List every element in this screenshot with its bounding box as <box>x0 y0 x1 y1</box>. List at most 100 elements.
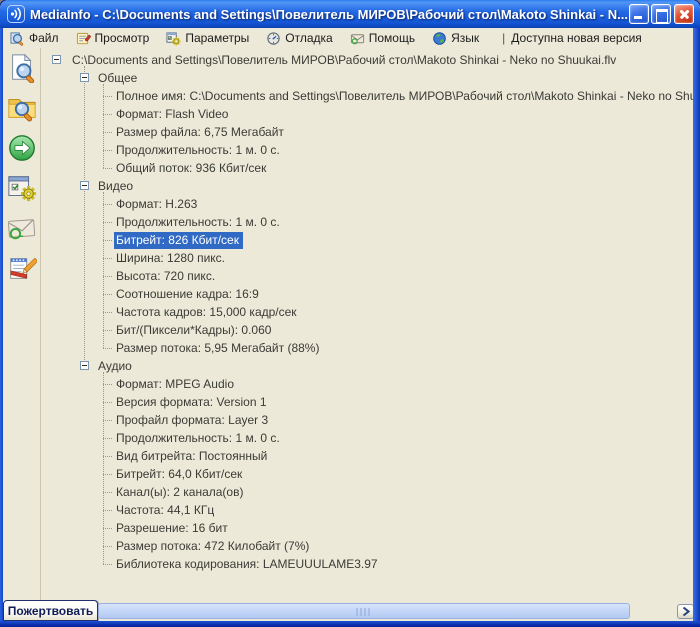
bottom-bar: Пожертвовать <box>3 600 694 621</box>
tree-row-label: Профайл формата: Layer 3 <box>116 413 269 427</box>
help-mail-icon <box>350 33 364 44</box>
notepad-pencil-icon <box>9 257 37 279</box>
notes-edit-button[interactable] <box>6 252 38 284</box>
tree-row[interactable]: Канал(ы): 2 канала(ов) <box>42 483 693 501</box>
tree-row[interactable]: Битрейт: 826 Кбит/сек <box>42 231 693 249</box>
tree-row[interactable]: Продолжительность: 1 м. 0 с. <box>42 141 693 159</box>
tree-row-label: Формат: H.263 <box>116 197 198 211</box>
tree-row-label: Размер потока: 472 Килобайт (7%) <box>116 539 310 553</box>
tree-row[interactable]: Размер потока: 5,95 Мегабайт (88%) <box>42 339 693 357</box>
tree-row[interactable]: Размер файла: 6,75 Мегабайт <box>42 123 693 141</box>
tree-view[interactable]: C:\Documents and Settings\Повелитель МИР… <box>42 48 693 600</box>
language-globe-icon <box>433 31 446 45</box>
menubar: Файл Просмотр Параметры Отладка Помощь Я… <box>3 28 693 48</box>
menu-language-label: Язык <box>451 31 480 45</box>
tree-row-label: Частота: 44,1 КГц <box>116 503 215 517</box>
menu-debug[interactable]: Отладка <box>264 30 338 47</box>
minimize-button[interactable] <box>629 4 649 24</box>
tree-row[interactable]: C:\Documents and Settings\Повелитель МИР… <box>42 51 693 69</box>
tree-row[interactable]: Полное имя: C:\Documents and Settings\По… <box>42 87 693 105</box>
debug-gauge-icon <box>267 31 280 45</box>
donate-button[interactable]: Пожертвовать <box>3 600 98 621</box>
menu-options[interactable]: Параметры <box>164 30 255 47</box>
tree-row[interactable]: Формат: Flash Video <box>42 105 693 123</box>
mediainfo-window: MediaInfo - C:\Documents and Settings\По… <box>0 0 700 627</box>
window-frame-bottom <box>0 621 700 627</box>
tree-row[interactable]: Соотношение кадра: 16:9 <box>42 285 693 303</box>
tree-row[interactable]: Битрейт: 64,0 Кбит/сек <box>42 465 693 483</box>
tree-row[interactable]: Частота кадров: 15,000 кадр/сек <box>42 303 693 321</box>
tree-row[interactable]: Видео <box>42 177 693 195</box>
tree-row-label: Размер потока: 5,95 Мегабайт (88%) <box>116 341 320 355</box>
update-notice-label[interactable]: Доступна новая версия <box>511 31 642 45</box>
menu-language[interactable]: Язык <box>430 30 485 47</box>
tree-row[interactable]: Общее <box>42 69 693 87</box>
tree-row[interactable]: Версия формата: Version 1 <box>42 393 693 411</box>
tree-row-label: Бит/(Пиксели*Кадры): 0.060 <box>116 323 272 337</box>
tree-row[interactable]: Бит/(Пиксели*Кадры): 0.060 <box>42 321 693 339</box>
scrollbar-grip-icon[interactable] <box>356 608 372 616</box>
tree-row[interactable]: Продолжительность: 1 м. 0 с. <box>42 213 693 231</box>
tree-row[interactable]: Библиотека кодирования: LAMEUUULAME3.97 <box>42 555 693 573</box>
tree-row-label: Общий поток: 936 Кбит/сек <box>116 161 267 175</box>
open-folder-button[interactable] <box>6 92 38 124</box>
menu-options-label: Параметры <box>185 31 250 45</box>
chevron-right-icon <box>682 607 690 616</box>
options-button[interactable] <box>6 172 38 204</box>
window-frame-left <box>0 28 3 621</box>
tree-row-label: Формат: MPEG Audio <box>116 377 234 391</box>
tree-row-label: Высота: 720 пикс. <box>116 269 216 283</box>
tree-row-label: Соотношение кадра: 16:9 <box>116 287 259 301</box>
update-notice-area: | Доступна новая версия <box>502 31 642 45</box>
envelope-at-icon <box>7 219 35 240</box>
tree-row-label: Размер файла: 6,75 Мегабайт <box>116 125 284 139</box>
tree-row[interactable]: Вид битрейта: Постоянный <box>42 447 693 465</box>
donate-label: Пожертвовать <box>7 603 94 618</box>
options-window-gear-icon <box>7 176 36 202</box>
tree-row[interactable]: Ширина: 1280 пикс. <box>42 249 693 267</box>
options-gear-icon <box>166 31 181 46</box>
tree-row-label: Битрейт: 826 Кбит/сек <box>114 232 243 249</box>
collapse-expander-icon[interactable] <box>80 73 89 82</box>
open-file-button[interactable] <box>6 52 38 84</box>
maximize-button[interactable] <box>651 4 671 24</box>
tree-row[interactable]: Профайл формата: Layer 3 <box>42 411 693 429</box>
open-folder-icon <box>7 99 36 122</box>
tree-row[interactable]: Формат: MPEG Audio <box>42 375 693 393</box>
menu-file-label: Файл <box>29 31 59 45</box>
menu-help[interactable]: Помощь <box>348 30 421 47</box>
tree-row[interactable]: Высота: 720 пикс. <box>42 267 693 285</box>
menu-help-label: Помощь <box>368 31 416 45</box>
menu-separator: | <box>502 31 506 45</box>
close-button[interactable] <box>674 4 694 24</box>
collapse-expander-icon[interactable] <box>80 181 89 190</box>
file-search-icon <box>10 31 24 46</box>
menu-file[interactable]: Файл <box>8 30 65 47</box>
tree-row[interactable]: Общий поток: 936 Кбит/сек <box>42 159 693 177</box>
tree-row-label: Версия формата: Version 1 <box>116 395 267 409</box>
menu-view-label: Просмотр <box>94 31 150 45</box>
tree-row[interactable]: Продолжительность: 1 м. 0 с. <box>42 429 693 447</box>
collapse-expander-icon[interactable] <box>52 55 61 64</box>
tree-row-label: Ширина: 1280 пикс. <box>116 251 225 265</box>
scroll-right-button[interactable] <box>677 604 694 619</box>
tree-row[interactable]: Разрешение: 16 бит <box>42 519 693 537</box>
green-arrow-icon <box>8 135 35 161</box>
tree-row-label: Библиотека кодирования: LAMEUUULAME3.97 <box>116 557 378 571</box>
tree-row-label: Продолжительность: 1 м. 0 с. <box>116 143 280 157</box>
horizontal-scrollbar[interactable] <box>98 603 630 619</box>
tree-row-label: Частота кадров: 15,000 кадр/сек <box>116 305 297 319</box>
tree-row-label: Формат: Flash Video <box>116 107 229 121</box>
go-export-button[interactable] <box>6 132 38 164</box>
tree-row[interactable]: Частота: 44,1 КГц <box>42 501 693 519</box>
left-toolbar <box>3 48 41 600</box>
open-file-icon <box>11 53 34 83</box>
titlebar[interactable]: MediaInfo - C:\Documents and Settings\По… <box>0 0 700 28</box>
tree-row[interactable]: Размер потока: 472 Килобайт (7%) <box>42 537 693 555</box>
tree-row[interactable]: Формат: H.263 <box>42 195 693 213</box>
collapse-expander-icon[interactable] <box>80 361 89 370</box>
tree-row-label: Вид битрейта: Постоянный <box>116 449 268 463</box>
tree-row[interactable]: Аудио <box>42 357 693 375</box>
menu-view[interactable]: Просмотр <box>74 30 156 47</box>
mail-about-button[interactable] <box>6 212 38 244</box>
